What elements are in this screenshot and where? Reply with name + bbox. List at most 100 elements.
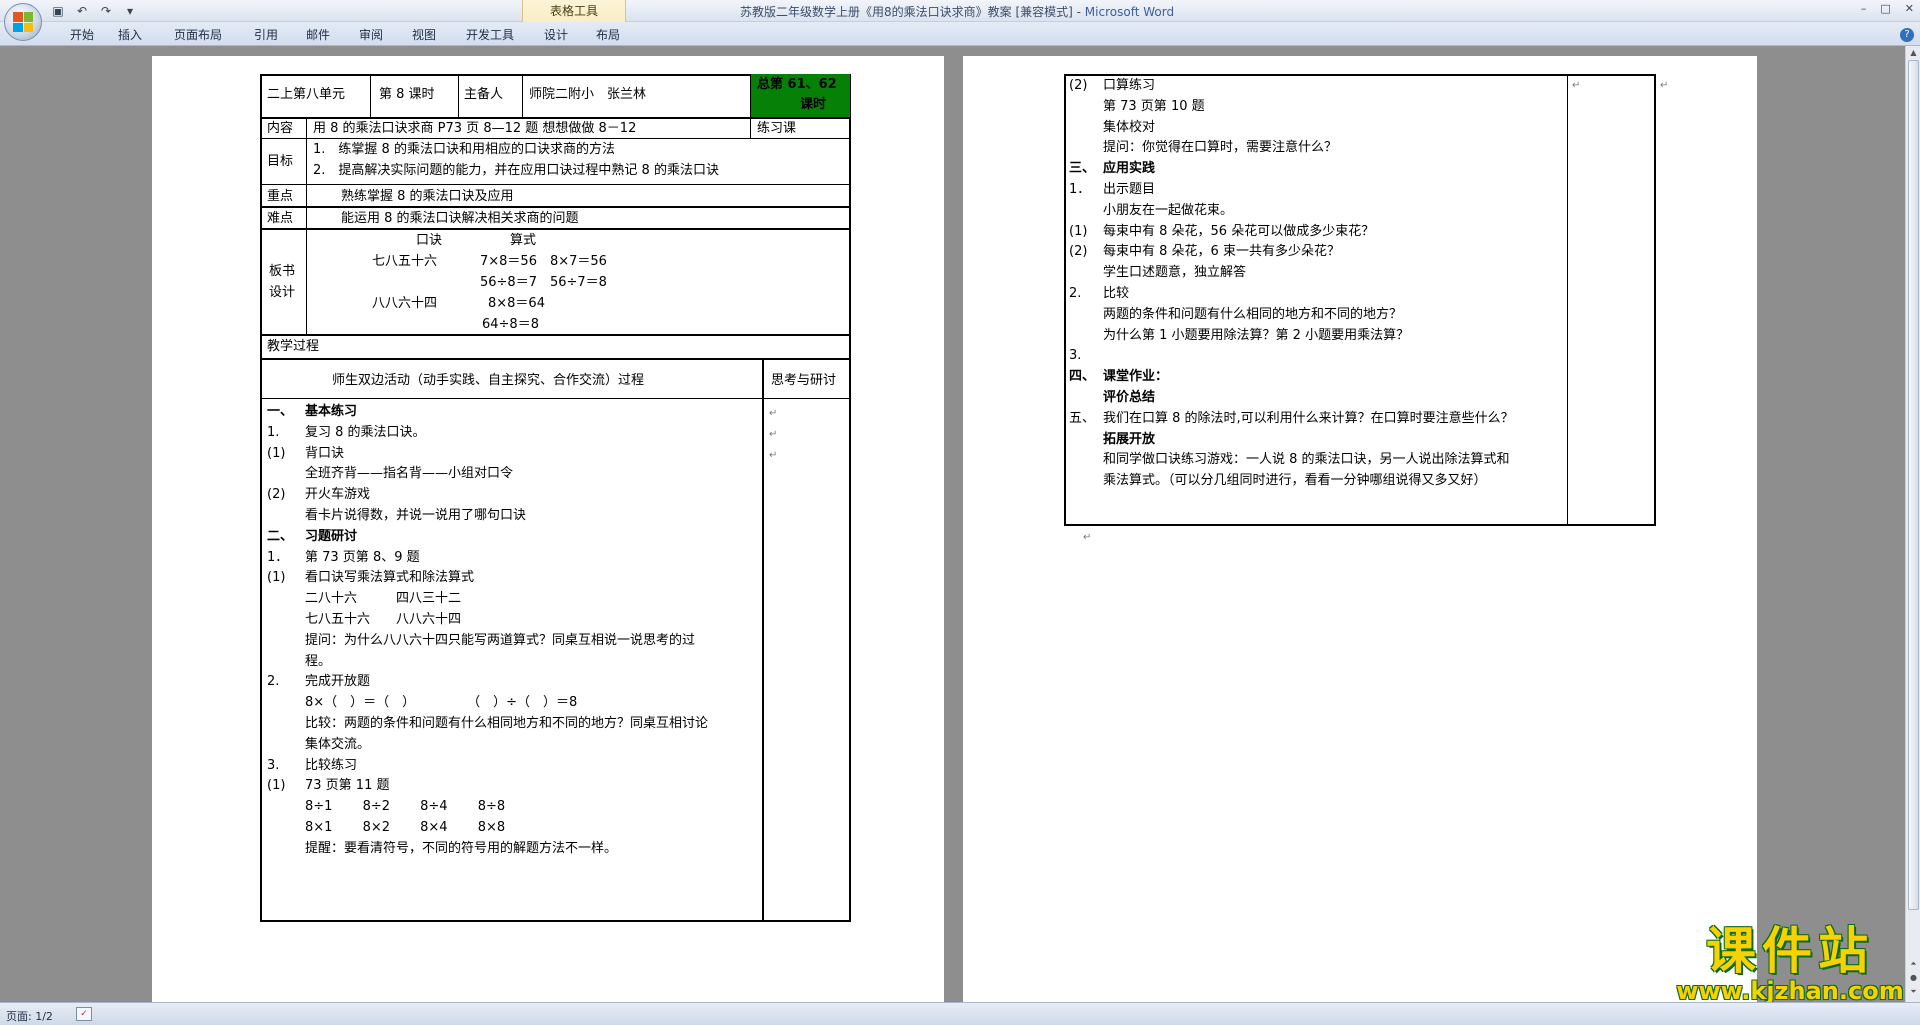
close-button[interactable]: ✕: [1905, 2, 1914, 15]
table-rule: [260, 117, 851, 119]
process-line: 复习 8 的乘法口诀。: [305, 424, 426, 440]
line-number: 五、: [1069, 410, 1096, 426]
maximize-button[interactable]: □: [1880, 2, 1890, 15]
process-line: 应用实践: [1103, 161, 1156, 177]
process-line: 比较练习: [305, 757, 358, 773]
tab-view[interactable]: 视图: [398, 26, 450, 44]
title-bar: ▣ ↶ ↷ ▾ 表格工具 苏教版二年级数学上册《用8的乘法口诀求商》教案 [兼容…: [0, 0, 1920, 44]
tab-home[interactable]: 开始: [60, 26, 104, 44]
line-number: 1．: [1069, 182, 1091, 197]
board-head-formula: 算式: [510, 233, 537, 248]
window-title: 苏教版二年级数学上册《用8的乘法口诀求商》教案 [兼容模式] - Microso…: [740, 5, 1175, 19]
process-line: 8×（ ）＝（ ） （ ）÷（ ）＝8: [305, 695, 578, 711]
goal-label: 目标: [267, 154, 294, 169]
process-line: 基本练习: [305, 404, 358, 419]
process-line: 完成开放题: [305, 674, 371, 690]
app-name: Microsoft Word: [1084, 5, 1175, 19]
process-line: 第 73 页第 10 题: [1103, 98, 1205, 114]
tab-insert[interactable]: 插入: [104, 26, 156, 44]
cell-mark: ↵: [769, 429, 778, 440]
cell-mark: ↵: [1572, 80, 1581, 91]
board-rhyme-2: 八八六十四: [372, 296, 438, 311]
table-rule: [522, 74, 523, 118]
process-line: 每束中有 8 朵花，56 朵花可以做成多少束花？: [1103, 223, 1375, 239]
row-mark: ↵: [1660, 80, 1669, 91]
minimize-button[interactable]: –: [1861, 2, 1867, 15]
process-line: 提醒：要看清符号，不同的符号用的解题方法不一样。: [305, 840, 618, 856]
vertical-scrollbar[interactable]: ▲ ⏶ ● ⏷: [1905, 46, 1920, 1002]
process-line: 出示题目: [1103, 182, 1156, 197]
process-line: 两题的条件和问题有什么相同的地方和不同的地方？: [1103, 306, 1403, 322]
process-line: 每束中有 8 朵花，6 束一共有多少朵花？: [1103, 244, 1340, 260]
quick-access-toolbar: ▣ ↶ ↷ ▾: [50, 3, 138, 19]
line-number: 四、: [1069, 369, 1096, 385]
line-number: 3.: [1069, 348, 1082, 364]
board-rhyme-1: 七八五十六: [372, 254, 438, 269]
line-number: 二、: [267, 528, 294, 544]
content-label: 内容: [267, 121, 294, 136]
process-line: 第 73 页第 8、9 题: [305, 549, 420, 565]
process-line: 习题研讨: [305, 528, 358, 544]
line-number: 2.: [1069, 286, 1082, 301]
tab-references[interactable]: 引用: [240, 26, 292, 44]
line-number: (1): [267, 570, 286, 586]
tab-mailings[interactable]: 邮件: [292, 26, 344, 44]
watermark-logo: 课件站 www.kjzhan.com: [1676, 922, 1904, 1005]
tab-review[interactable]: 审阅: [344, 26, 398, 44]
key-point-label: 重点: [267, 189, 294, 204]
goal-1: 1. 练掌握 8 的乘法口诀和用相应的口诀求商的方法: [313, 142, 615, 157]
process-line: 全班齐背——指名背——小组对口令: [305, 466, 514, 482]
difficulty-label: 难点: [267, 211, 294, 226]
page-count[interactable]: 页面: 1/2: [6, 1008, 53, 1024]
table-rule: [260, 184, 851, 185]
table-rule: [260, 138, 851, 139]
process-line: 拓展开放: [1103, 431, 1156, 447]
table-rule: [306, 118, 307, 334]
proofing-icon[interactable]: ✓: [76, 1007, 92, 1021]
process-line: 背口诀: [305, 445, 345, 461]
preparer-cell: 师院二附小 张兰林: [529, 87, 647, 102]
process-line: 程。: [305, 653, 332, 669]
scroll-up-icon[interactable]: ▲: [1908, 47, 1919, 58]
activity-header: 师生双边活动（动手实践、自主探究、合作交流）过程: [332, 373, 645, 388]
office-logo-icon: [13, 12, 33, 32]
tab-layout[interactable]: 布局: [582, 26, 634, 44]
table-border: [1064, 74, 1066, 526]
help-icon[interactable]: ?: [1900, 28, 1914, 42]
line-number: 1.: [267, 424, 280, 440]
table-rule: [762, 358, 764, 921]
tab-design[interactable]: 设计: [530, 26, 582, 44]
table-rule: [1567, 74, 1568, 525]
table-border: [260, 74, 262, 922]
preparer-label: 主备人: [464, 87, 504, 102]
tab-page-layout[interactable]: 页面布局: [156, 26, 240, 44]
window-controls: – □ ✕: [1861, 2, 1914, 15]
status-bar: 页面: 1/2 ✓: [0, 1002, 1920, 1025]
redo-icon[interactable]: ↷: [98, 3, 114, 19]
process-line: 乘法算式。（可以分几组同时进行，看看一分钟哪组说得又多又好）: [1103, 473, 1487, 489]
unit-cell: 二上第八单元: [267, 87, 346, 102]
cell-mark: ↵: [769, 408, 778, 419]
line-number: 2.: [267, 674, 280, 690]
process-line: 和同学做口诀练习游戏：一人说 8 的乘法口诀，另一人说出除法算式和: [1103, 452, 1510, 468]
customize-qat-icon[interactable]: ▾: [122, 3, 138, 19]
office-button[interactable]: [4, 3, 42, 41]
line-number: (1): [267, 445, 286, 461]
process-line: 提问：你觉得在口算时，需要注意什么？: [1103, 140, 1338, 156]
paragraph-mark: ↵: [1083, 532, 1092, 543]
board-head-rhyme: 口诀: [416, 233, 443, 248]
undo-icon[interactable]: ↶: [74, 3, 90, 19]
process-line: 七八五十六 八八六十四: [305, 612, 462, 627]
board-label-2: 设计: [269, 285, 296, 300]
process-line: 课堂作业：: [1103, 369, 1169, 385]
board-formula-1: 7×8＝56 8×7＝56: [480, 254, 607, 269]
scrollbar-thumb[interactable]: [1908, 60, 1919, 910]
save-icon[interactable]: ▣: [50, 3, 66, 19]
process-line: 为什么第 1 小题要用除法算？第 2 小题要用乘法算？: [1103, 327, 1410, 343]
tab-developer[interactable]: 开发工具: [450, 26, 530, 44]
process-line: 比较：两题的条件和问题有什么相同地方和不同的地方？同桌互相讨论: [305, 716, 709, 731]
board-label-1: 板书: [269, 264, 296, 279]
process-line: 评价总结: [1103, 390, 1156, 405]
table-border: [849, 74, 851, 922]
period-cell: 第 8 课时: [379, 87, 435, 102]
